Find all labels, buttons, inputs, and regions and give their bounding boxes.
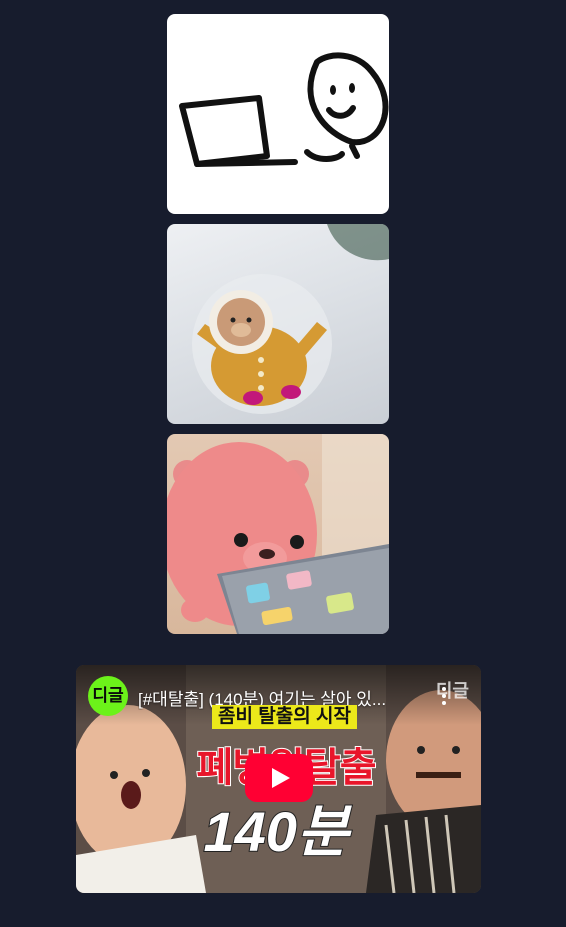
channel-avatar[interactable]: 디글 <box>88 676 128 716</box>
thumbnail-subtitle: 좀비 탈출의 시작 <box>212 705 357 729</box>
bear-snow-angel-illustration <box>192 224 389 414</box>
channel-watermark: 디글 <box>435 681 469 701</box>
pink-beaver-laptop-illustration <box>167 434 389 634</box>
youtube-video-embed[interactable]: 디글 [#대탈출] (140분) 여기는 살아 있... 디글 좀비 탈출의 시… <box>76 665 481 893</box>
sticker-image-pink-beaver-laptop[interactable] <box>167 434 389 634</box>
sticker-image-bear-snow-angel[interactable] <box>167 224 389 424</box>
sticker-image-laptop-doodle[interactable] <box>167 14 389 214</box>
laptop-doodle-illustration <box>179 52 389 167</box>
play-button-icon[interactable] <box>245 754 313 802</box>
